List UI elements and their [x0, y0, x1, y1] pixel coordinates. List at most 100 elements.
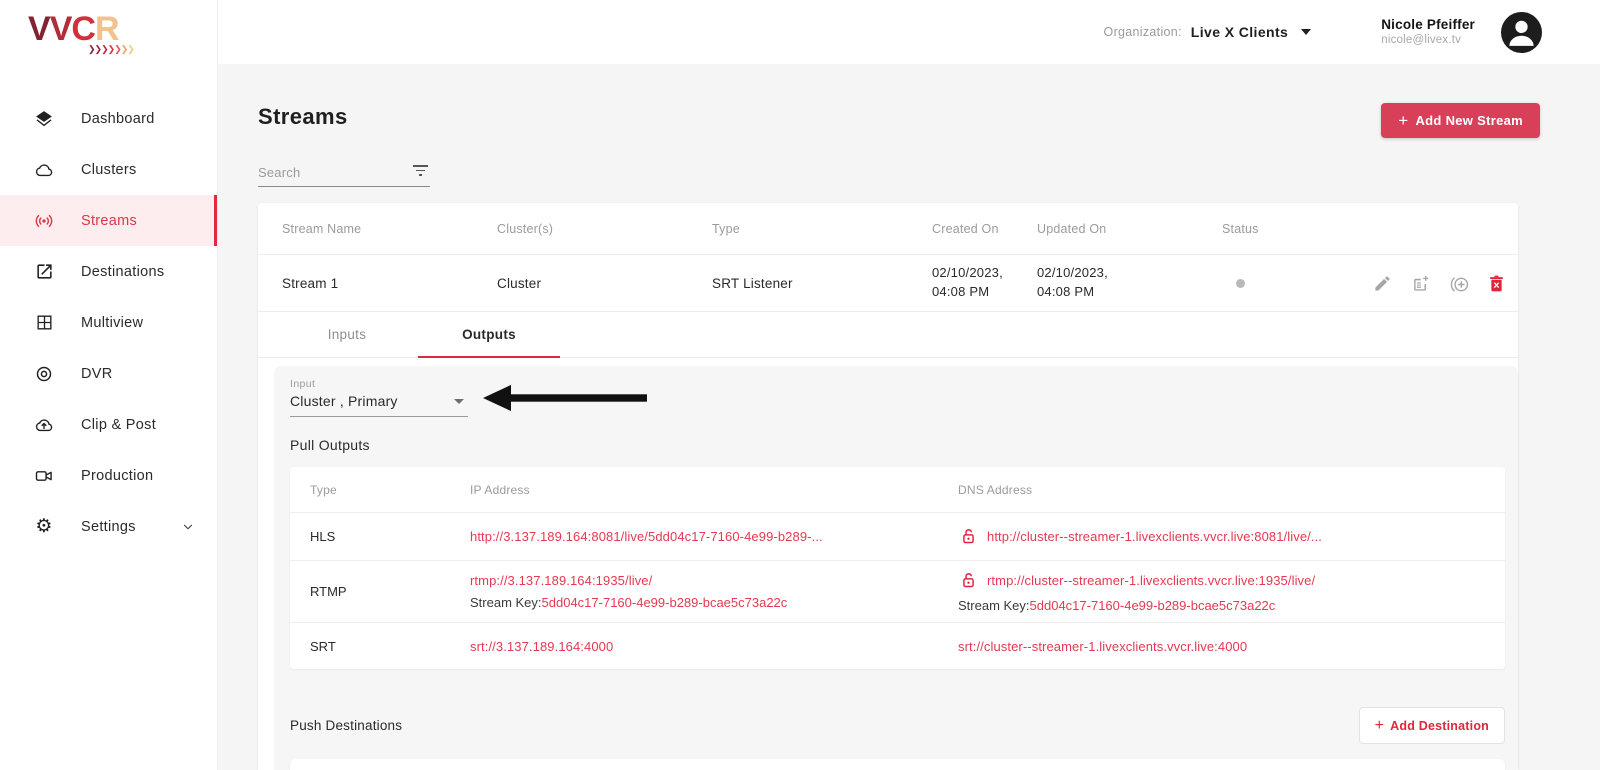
edit-pencil-icon[interactable]	[1373, 274, 1392, 293]
col-status: Status	[1222, 221, 1259, 236]
col-stream-name: Stream Name	[282, 221, 362, 236]
table-row: HLS http://3.137.189.164:8081/live/5dd04…	[290, 513, 1505, 561]
tab-inputs[interactable]: Inputs	[276, 312, 418, 357]
organization-label: Organization:	[1103, 25, 1182, 39]
sidebar-item-label: Clip & Post	[81, 416, 157, 433]
sidebar-item-clip-post[interactable]: Clip & Post	[0, 399, 217, 450]
add-new-stream-button[interactable]: + Add New Stream	[1381, 103, 1540, 138]
detail-tabs: Inputs Outputs	[258, 312, 1518, 358]
stream-cluster: Cluster	[497, 275, 542, 291]
chevron-down-icon	[181, 520, 195, 534]
col-created-on: Created On	[932, 221, 999, 236]
sidebar-item-settings[interactable]: ⚙ Settings	[0, 501, 217, 552]
input-select-label: Input	[290, 378, 316, 390]
stream-name: Stream 1	[282, 275, 339, 291]
table-row: RTMP rtmp://3.137.189.164:1935/live/ Str…	[290, 561, 1505, 623]
lock-open-icon	[958, 526, 979, 547]
output-type: SRT	[310, 638, 336, 654]
topbar: Organization: Live X Clients Nicole Pfei…	[218, 0, 1600, 64]
output-type: RTMP	[310, 584, 347, 599]
col-updated-on: Updated On	[1037, 221, 1107, 236]
push-destinations-table	[290, 759, 1505, 770]
table-row: SRT srt://3.137.189.164:4000 srt://clust…	[290, 623, 1505, 669]
sidebar-item-label: Production	[81, 467, 154, 484]
sidebar: VVCR ❯❯❯❯❯❯❯ Dashboard Clusters Streams …	[0, 0, 218, 770]
search-field	[258, 160, 430, 187]
sidebar-item-label: Destinations	[81, 263, 165, 280]
col-type: Type	[712, 221, 740, 236]
external-link-icon	[34, 262, 54, 282]
push-destinations-header: Push Destinations + Add Destination	[290, 707, 1505, 744]
status-badge	[1236, 278, 1245, 288]
srt-ip-link[interactable]: srt://3.137.189.164:4000	[470, 639, 613, 654]
avatar[interactable]	[1501, 11, 1542, 53]
streams-card: Stream Name Cluster(s) Type Created On U…	[258, 203, 1518, 770]
organization-selector[interactable]: Organization: Live X Clients	[1104, 24, 1312, 40]
brand-logo-chevrons: ❯❯❯❯❯❯❯	[88, 44, 135, 54]
delete-trash-icon[interactable]	[1487, 274, 1506, 293]
table-row[interactable]: Stream 1 Cluster SRT Listener 02/10/2023…	[258, 255, 1518, 312]
input-select[interactable]: Cluster , Primary	[290, 390, 468, 417]
pull-outputs-table: Type IP Address DNS Address HLS http://3…	[290, 467, 1505, 669]
cloud-upload-icon	[34, 415, 54, 435]
person-icon	[1509, 20, 1534, 46]
add-circle-icon[interactable]	[1449, 274, 1469, 293]
row-actions	[1342, 274, 1518, 293]
sidebar-nav: Dashboard Clusters Streams Destinations	[0, 93, 217, 552]
tab-outputs[interactable]: Outputs	[418, 312, 560, 358]
grid-icon	[34, 313, 54, 333]
pull-table-header: Type IP Address DNS Address	[290, 467, 1505, 513]
plus-icon: +	[1398, 110, 1409, 130]
broadcast-icon	[34, 211, 54, 231]
chevron-down-icon	[1301, 29, 1312, 35]
note-add-icon[interactable]	[1411, 274, 1430, 293]
sidebar-item-streams[interactable]: Streams	[0, 195, 217, 246]
record-icon	[34, 364, 54, 384]
sidebar-item-label: Streams	[81, 212, 138, 229]
lock-open-icon	[958, 570, 979, 591]
rtmp-ip-link[interactable]: rtmp://3.137.189.164:1935/live/	[470, 573, 652, 588]
page-title: Streams	[258, 104, 348, 129]
stream-created-on: 02/10/2023, 04:08 PM	[932, 265, 1003, 299]
plus-icon: +	[1374, 716, 1385, 734]
sidebar-item-label: Clusters	[81, 161, 137, 178]
sidebar-item-label: Dashboard	[81, 110, 155, 127]
sidebar-item-label: DVR	[81, 365, 113, 382]
video-camera-icon	[34, 466, 54, 486]
rtmp-dns-link[interactable]: rtmp://cluster--streamer-1.livexclients.…	[987, 573, 1315, 588]
rtmp-dns-stream-key: Stream Key:5dd04c17-7160-4e99-b289-bcae5…	[958, 598, 1276, 613]
app-root: VVCR ❯❯❯❯❯❯❯ Dashboard Clusters Streams …	[0, 0, 1600, 770]
user-info: Nicole Pfeiffer nicole@livex.tv	[1381, 16, 1475, 48]
hls-dns-link[interactable]: http://cluster--streamer-1.livexclients.…	[987, 529, 1322, 544]
pull-outputs-title: Pull Outputs	[290, 437, 370, 453]
filter-icon[interactable]	[412, 165, 428, 179]
col-dns-address: DNS Address	[958, 482, 1033, 497]
user-name: Nicole Pfeiffer	[1381, 16, 1475, 32]
sidebar-item-label: Settings	[81, 518, 136, 535]
col-clusters: Cluster(s)	[497, 221, 554, 236]
search-input[interactable]	[258, 160, 430, 187]
srt-dns-link[interactable]: srt://cluster--streamer-1.livexclients.v…	[958, 639, 1247, 654]
sidebar-item-destinations[interactable]: Destinations	[0, 246, 217, 297]
sidebar-item-dashboard[interactable]: Dashboard	[0, 93, 217, 144]
stream-updated-on: 02/10/2023, 04:08 PM	[1037, 265, 1108, 299]
cloud-icon	[34, 160, 54, 180]
sidebar-item-production[interactable]: Production	[0, 450, 217, 501]
sidebar-item-multiview[interactable]: Multiview	[0, 297, 217, 348]
sidebar-item-clusters[interactable]: Clusters	[0, 144, 217, 195]
user-email: nicole@livex.tv	[1381, 34, 1462, 47]
input-select-value: Cluster , Primary	[290, 393, 398, 409]
col-ip-address: IP Address	[470, 482, 530, 497]
outputs-panel: Input Cluster , Primary Pull Outputs Typ…	[274, 366, 1518, 770]
col-type: Type	[310, 482, 337, 497]
sidebar-item-label: Multiview	[81, 314, 144, 331]
hls-ip-link[interactable]: http://3.137.189.164:8081/live/5dd04c17-…	[470, 529, 823, 544]
add-destination-button[interactable]: + Add Destination	[1358, 707, 1505, 744]
stream-type: SRT Listener	[712, 275, 793, 291]
streams-table-header: Stream Name Cluster(s) Type Created On U…	[258, 203, 1518, 255]
brand-logo[interactable]: VVCR ❯❯❯❯❯❯❯	[0, 0, 217, 55]
sidebar-item-dvr[interactable]: DVR	[0, 348, 217, 399]
organization-value: Live X Clients	[1190, 24, 1289, 40]
push-destinations-title: Push Destinations	[290, 718, 403, 733]
layers-icon	[34, 109, 54, 129]
